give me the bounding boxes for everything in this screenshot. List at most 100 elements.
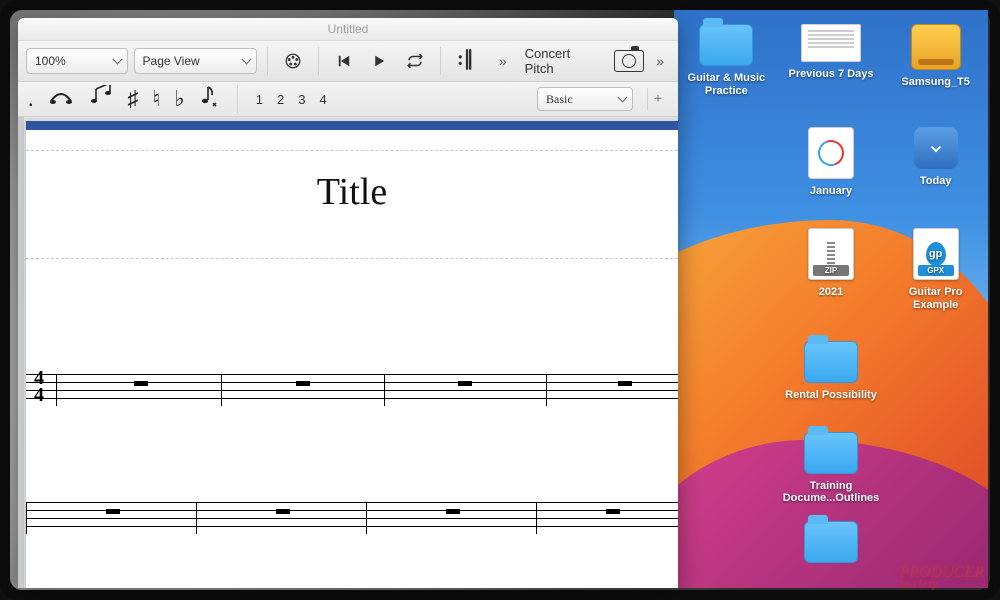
window-title: Untitled bbox=[328, 22, 369, 36]
separator bbox=[237, 85, 238, 113]
zip-file-icon: ZIP bbox=[808, 228, 854, 280]
barline bbox=[26, 502, 27, 534]
voice-3-button[interactable]: 3 bbox=[298, 92, 305, 107]
zoom-select[interactable]: 100% bbox=[26, 48, 128, 74]
desktop-item-previous-7-days[interactable]: Previous 7 Days bbox=[783, 24, 880, 97]
whole-rest-icon[interactable] bbox=[276, 509, 290, 514]
loop-button[interactable] bbox=[400, 47, 430, 75]
overflow-chevron-icon[interactable]: » bbox=[493, 53, 513, 69]
folder-icon bbox=[804, 341, 858, 383]
palette-value: Basic bbox=[546, 92, 573, 107]
calendar-icon bbox=[808, 127, 854, 179]
note-input-toolbar: . ♯ ♮ ♭ 1 2 3 4 Basic + bbox=[18, 82, 678, 117]
score-title[interactable]: Title bbox=[26, 170, 678, 214]
camera-icon bbox=[614, 50, 644, 72]
desktop-item-label: Samsung_T5 bbox=[901, 76, 969, 89]
flip-direction-icon[interactable] bbox=[199, 85, 219, 113]
whole-rest-icon[interactable] bbox=[458, 381, 472, 386]
play-button[interactable] bbox=[364, 47, 394, 75]
view-mode-value: Page View bbox=[143, 54, 200, 68]
whole-rest-icon[interactable] bbox=[296, 381, 310, 386]
natural-icon[interactable]: ♮ bbox=[153, 86, 161, 112]
musescore-window: Untitled 100% Page View :∥ » Concert Pit… bbox=[18, 18, 678, 588]
desktop-item-folder-partial[interactable] bbox=[783, 521, 880, 563]
concert-pitch-toggle[interactable]: Concert Pitch bbox=[519, 46, 609, 76]
desktop-item-label: Guitar Pro Example bbox=[887, 286, 984, 311]
desktop-item-today[interactable]: Today bbox=[887, 127, 984, 198]
whole-rest-icon[interactable] bbox=[106, 509, 120, 514]
barline bbox=[384, 374, 385, 406]
whole-rest-icon[interactable] bbox=[134, 381, 148, 386]
desktop-item-label: Previous 7 Days bbox=[788, 68, 873, 81]
whole-rest-icon[interactable] bbox=[446, 509, 460, 514]
barline bbox=[536, 502, 537, 534]
view-mode-select[interactable]: Page View bbox=[134, 48, 257, 74]
time-signature[interactable]: 44 bbox=[34, 370, 44, 404]
window-titlebar[interactable]: Untitled bbox=[18, 18, 678, 41]
sharp-icon[interactable]: ♯ bbox=[128, 86, 139, 112]
desktop-item-label: Guitar & Music Practice bbox=[678, 72, 775, 97]
separator bbox=[318, 47, 319, 75]
staff-system-2[interactable] bbox=[26, 492, 678, 546]
desktop-item-label: 2021 bbox=[819, 286, 843, 299]
margin-guide bbox=[26, 258, 678, 259]
desktop-item-training-outlines[interactable]: Training Docume...Outlines bbox=[783, 432, 880, 505]
whole-rest-icon[interactable] bbox=[606, 509, 620, 514]
desktop-item-label: Today bbox=[920, 175, 952, 188]
barline bbox=[221, 374, 222, 406]
desktop-item-label: Training Docume...Outlines bbox=[783, 480, 880, 505]
desktop-item-label: January bbox=[810, 185, 852, 198]
add-palette-button[interactable]: + bbox=[647, 88, 668, 110]
folder-icon bbox=[804, 432, 858, 474]
folder-icon bbox=[804, 521, 858, 563]
gpx-file-icon: gpGPX bbox=[913, 228, 959, 280]
desktop-item-rental-possibility[interactable]: Rental Possibility bbox=[783, 341, 880, 402]
macos-desktop[interactable]: Guitar & Music Practice Previous 7 Days … bbox=[674, 10, 988, 588]
drive-icon bbox=[911, 24, 961, 70]
tie-icon[interactable] bbox=[48, 85, 74, 113]
main-toolbar: 100% Page View :∥ » Concert Pitch » bbox=[18, 41, 678, 82]
voice-2-button[interactable]: 2 bbox=[277, 92, 284, 107]
document-icon bbox=[801, 24, 861, 62]
file-extension-badge: GPX bbox=[918, 265, 954, 276]
augmentation-dot-icon[interactable]: . bbox=[28, 86, 34, 112]
staff-system-1[interactable]: 44 bbox=[26, 364, 678, 418]
desktop-item-guitar-music-practice[interactable]: Guitar & Music Practice bbox=[678, 24, 775, 97]
whole-rest-icon[interactable] bbox=[618, 381, 632, 386]
margin-guide bbox=[26, 150, 678, 151]
separator bbox=[440, 47, 441, 75]
voice-1-button[interactable]: 1 bbox=[256, 92, 263, 107]
page-accent-band bbox=[26, 121, 678, 130]
desktop-item-label: Rental Possibility bbox=[785, 389, 877, 402]
slur-icon[interactable] bbox=[88, 85, 114, 113]
desktop-item-2021-zip[interactable]: ZIP 2021 bbox=[783, 228, 880, 311]
screenshot-button[interactable] bbox=[614, 47, 644, 75]
staff-lines bbox=[26, 374, 678, 406]
device-frame: Guitar & Music Practice Previous 7 Days … bbox=[0, 0, 1000, 600]
desktop-item-samsung-t5[interactable]: Samsung_T5 bbox=[887, 24, 984, 97]
barline bbox=[56, 374, 57, 406]
panel-icon bbox=[914, 127, 958, 169]
separator bbox=[267, 47, 268, 75]
repeat-barline-icon[interactable]: :∥ bbox=[451, 47, 481, 75]
staff-lines bbox=[26, 502, 678, 534]
midi-toggle-button[interactable] bbox=[278, 47, 308, 75]
scroll-gutter bbox=[18, 117, 24, 588]
palette-select[interactable]: Basic bbox=[537, 87, 633, 111]
score-view[interactable]: Title 44 bbox=[18, 117, 678, 588]
rewind-button[interactable] bbox=[329, 47, 359, 75]
desktop-item-guitar-pro-example[interactable]: gpGPX Guitar Pro Example bbox=[887, 228, 984, 311]
barline bbox=[196, 502, 197, 534]
gp-mark: gp bbox=[926, 242, 946, 266]
barline bbox=[366, 502, 367, 534]
overflow-chevron-icon[interactable]: » bbox=[650, 53, 670, 69]
flat-icon[interactable]: ♭ bbox=[174, 86, 184, 112]
folder-icon bbox=[699, 24, 753, 66]
desktop-icon-grid: Guitar & Music Practice Previous 7 Days … bbox=[674, 24, 988, 563]
barline bbox=[546, 374, 547, 406]
voice-4-button[interactable]: 4 bbox=[319, 92, 326, 107]
desktop-item-january[interactable]: January bbox=[783, 127, 880, 198]
score-page[interactable]: Title 44 bbox=[26, 121, 678, 588]
zoom-value: 100% bbox=[35, 54, 66, 68]
file-extension-badge: ZIP bbox=[813, 265, 849, 276]
